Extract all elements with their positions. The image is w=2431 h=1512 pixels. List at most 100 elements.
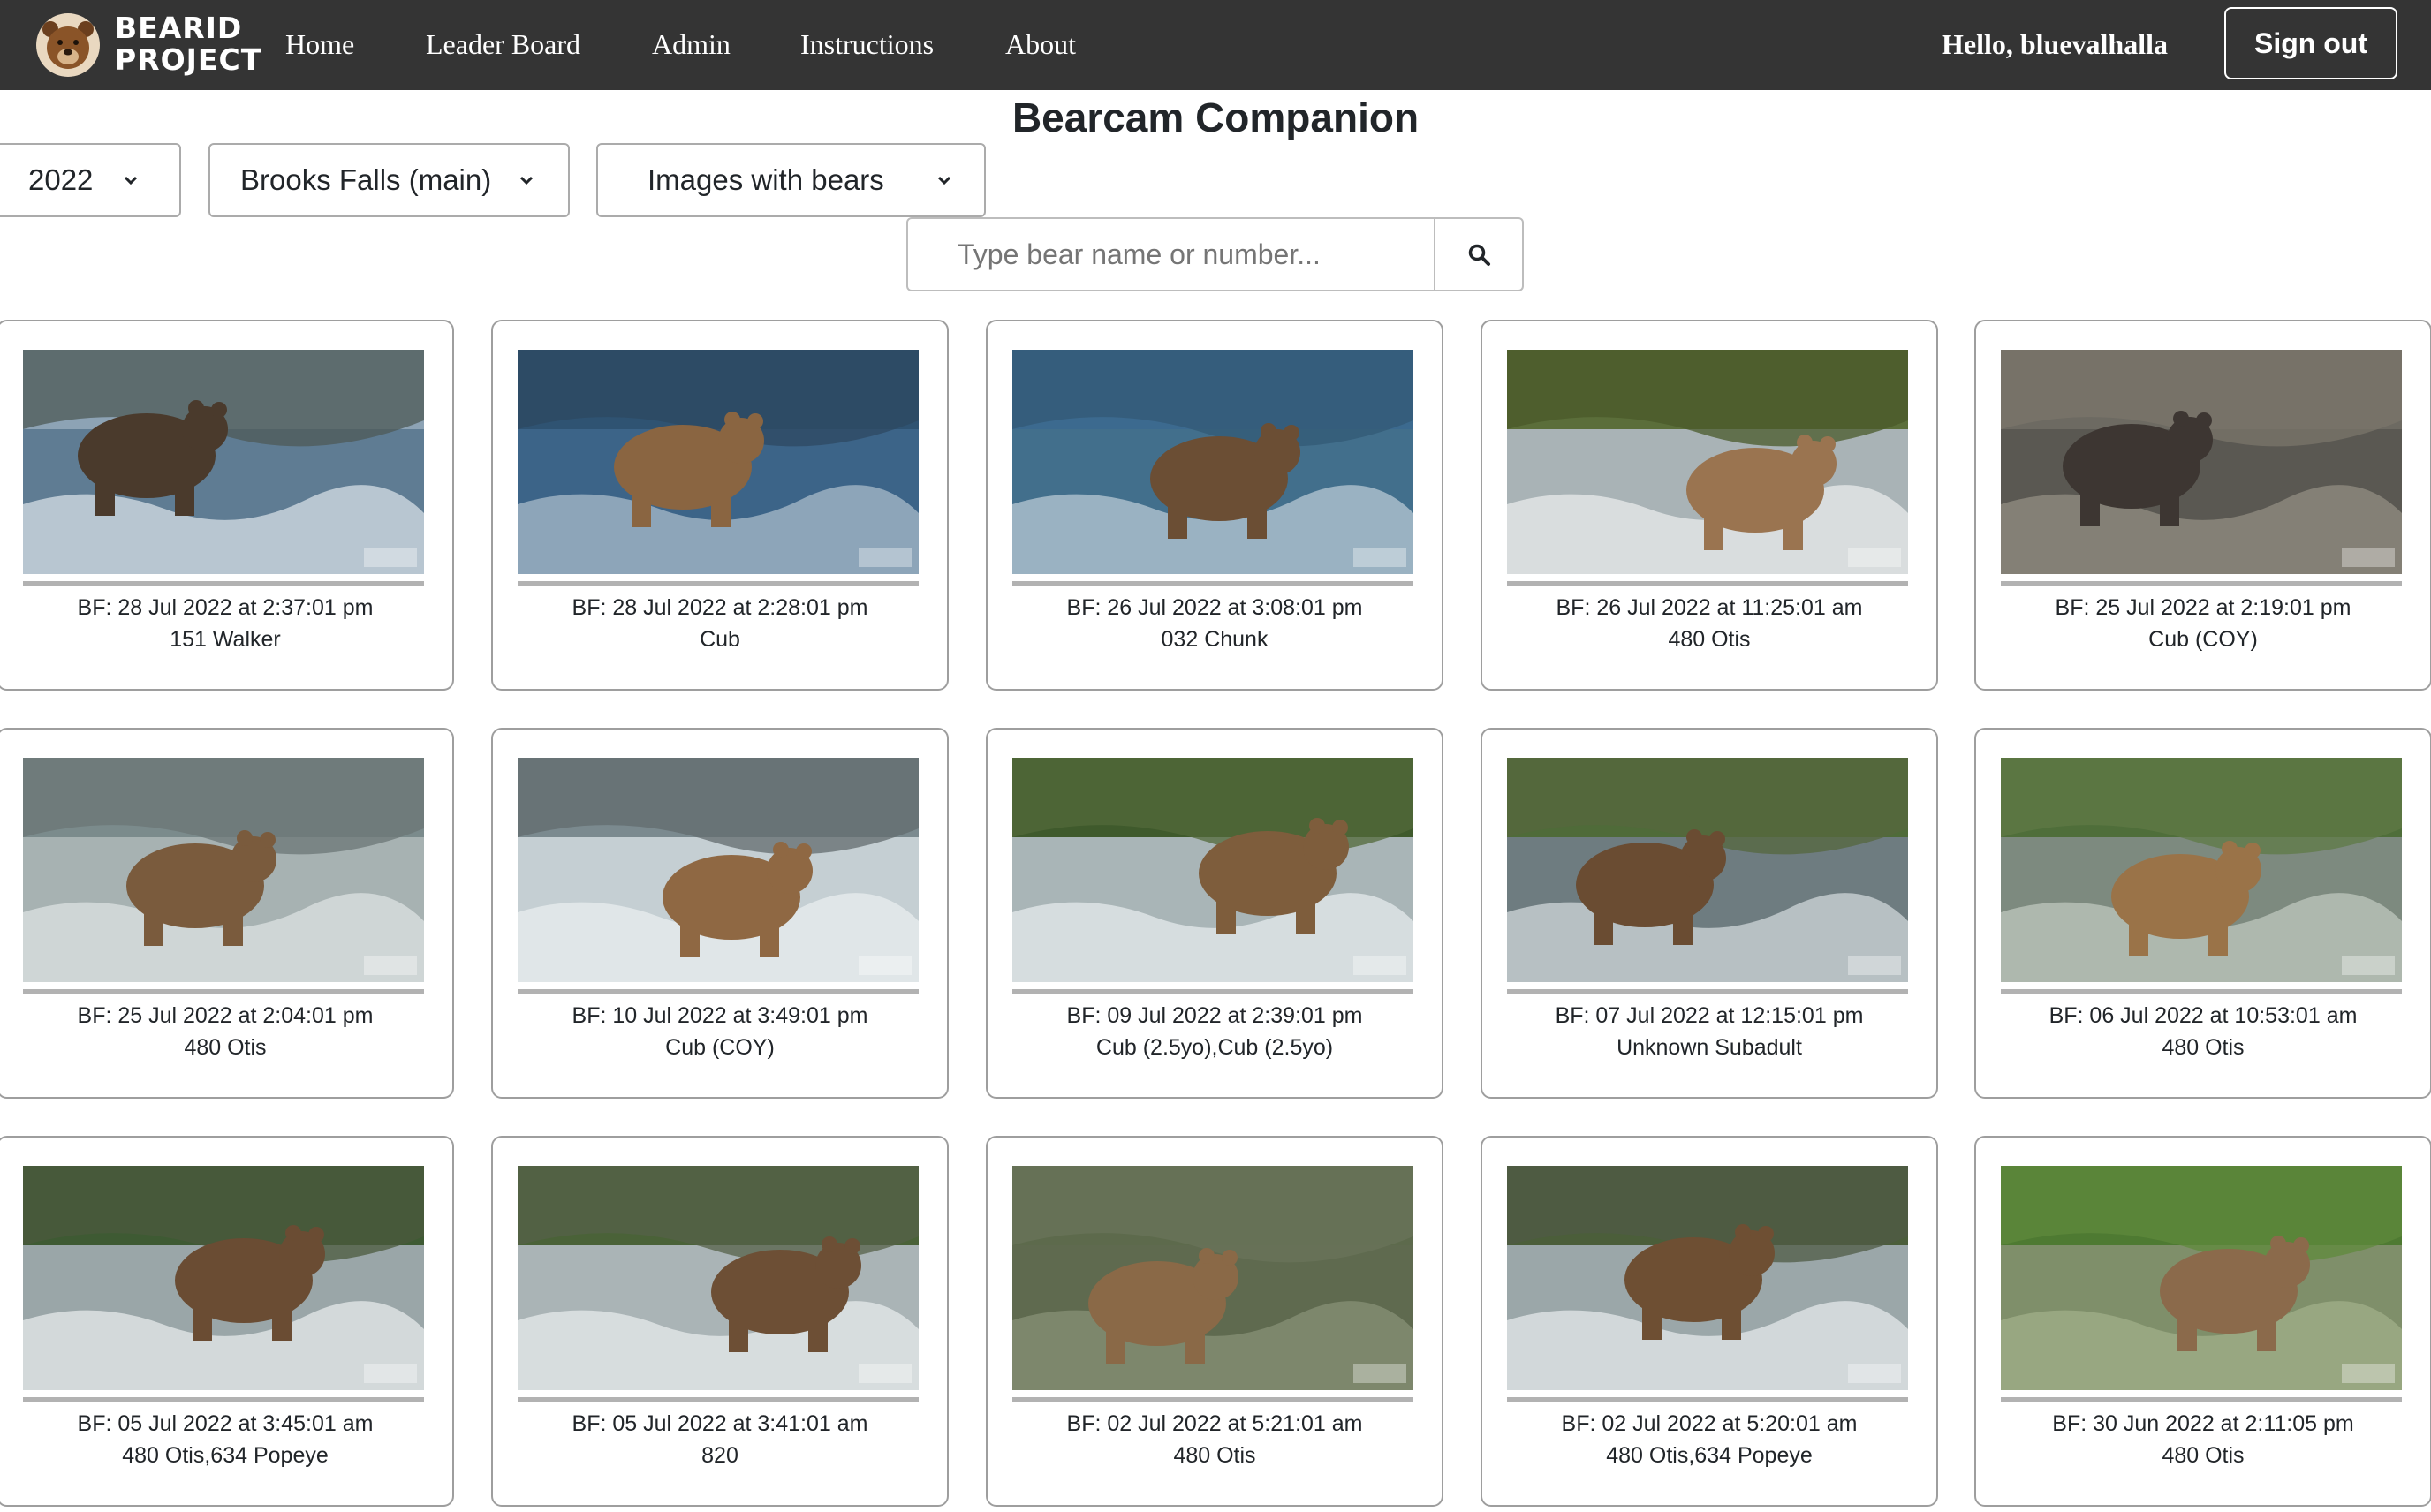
card-bear-names: Cub [700,627,740,652]
card-timestamp: BF: 05 Jul 2022 at 3:45:01 am [77,1411,374,1436]
bear-photo[interactable] [1012,350,1413,574]
bear-logo-icon[interactable] [35,12,101,78]
nav-link-leader-board[interactable]: Leader Board [426,25,580,64]
camera-select[interactable]: Brooks Falls (main) [208,143,570,217]
card-timestamp: BF: 09 Jul 2022 at 2:39:01 pm [1066,1003,1363,1028]
image-card[interactable]: BF: 25 Jul 2022 at 2:04:01 pm 480 Otis [0,728,454,1099]
card-divider [2001,581,2402,586]
card-divider [1012,581,1413,586]
nav-link-admin[interactable]: Admin [652,25,731,64]
image-card[interactable]: BF: 09 Jul 2022 at 2:39:01 pm Cub (2.5yo)… [986,728,1443,1099]
camera-select-value: Brooks Falls (main) [240,163,492,196]
chevron-down-icon [519,176,534,185]
bear-photo[interactable] [1012,1166,1413,1390]
card-divider [2001,989,2402,994]
image-card[interactable]: BF: 07 Jul 2022 at 12:15:01 pm Unknown Su… [1481,728,1938,1099]
search-icon [1468,244,1490,266]
image-card[interactable]: BF: 10 Jul 2022 at 3:49:01 pm Cub (COY) [491,728,949,1099]
card-timestamp: BF: 30 Jun 2022 at 2:11:05 pm [2052,1411,2354,1436]
chevron-down-icon [937,176,951,185]
card-timestamp: BF: 05 Jul 2022 at 3:41:01 am [572,1411,868,1436]
card-bear-names: Cub (2.5yo),Cub (2.5yo) [1095,1035,1334,1060]
card-divider [1012,1397,1413,1402]
image-card[interactable]: BF: 02 Jul 2022 at 5:21:01 am 480 Otis [986,1136,1443,1507]
card-divider [23,989,424,994]
card-bear-names: Unknown Subadult [1617,1035,1802,1060]
navbar: BEARID PROJECT Home Leader Board Admin I… [0,0,2431,90]
image-card[interactable]: BF: 25 Jul 2022 at 2:19:01 pm Cub (COY) [1974,320,2431,691]
user-greeting: Hello, bluevalhalla [1941,28,2168,60]
card-bear-names: 820 [701,1443,738,1468]
image-card[interactable]: BF: 06 Jul 2022 at 10:53:01 am 480 Otis [1974,728,2431,1099]
image-card[interactable]: BF: 26 Jul 2022 at 11:25:01 am 480 Otis [1481,320,1938,691]
card-timestamp: BF: 26 Jul 2022 at 11:25:01 am [1556,595,1863,620]
year-select-value: 2022 [28,163,94,196]
card-timestamp: BF: 26 Jul 2022 at 3:08:01 pm [1066,595,1363,620]
card-timestamp: BF: 02 Jul 2022 at 5:21:01 am [1066,1411,1363,1436]
image-card[interactable]: BF: 26 Jul 2022 at 3:08:01 pm 032 Chunk [986,320,1443,691]
card-bear-names: 480 Otis [184,1035,267,1060]
card-divider [1507,581,1908,586]
image-card[interactable]: BF: 28 Jul 2022 at 2:28:01 pm Cub [491,320,949,691]
card-divider [23,581,424,586]
card-bear-names: Cub (COY) [665,1035,775,1060]
bear-photo[interactable] [2001,1166,2402,1390]
nav-link-about[interactable]: About [1005,25,1076,64]
card-divider [518,1397,919,1402]
card-bear-names: 480 Otis [1668,627,1751,652]
card-divider [518,989,919,994]
card-bear-names: 480 Otis,634 Popeye [122,1443,329,1468]
card-timestamp: BF: 02 Jul 2022 at 5:20:01 am [1561,1411,1858,1436]
bear-photo[interactable] [23,1166,424,1390]
image-filter-select[interactable]: Images with bears [596,143,986,217]
card-divider [23,1397,424,1402]
card-divider [2001,1397,2402,1402]
bear-photo[interactable] [1507,350,1908,574]
bear-photo[interactable] [1012,758,1413,982]
chevron-down-icon [124,176,138,185]
bear-photo[interactable] [23,350,424,574]
image-card[interactable]: BF: 28 Jul 2022 at 2:37:01 pm 151 Walker [0,320,454,691]
bear-photo[interactable] [2001,350,2402,574]
logo-wordmark[interactable]: BEARID PROJECT [115,11,262,77]
bear-photo[interactable] [518,350,919,574]
card-bear-names: 151 Walker [170,627,281,652]
logo-line-1: BEARID [115,11,243,45]
image-card[interactable]: BF: 02 Jul 2022 at 5:20:01 am 480 Otis,63… [1481,1136,1938,1507]
card-timestamp: BF: 06 Jul 2022 at 10:53:01 am [2049,1003,2358,1028]
page-title: Bearcam Companion [1011,94,1420,140]
card-bear-names: 480 Otis [1173,1443,1256,1468]
card-bear-names: 480 Otis [2162,1443,2245,1468]
image-card[interactable]: BF: 30 Jun 2022 at 2:11:05 pm 480 Otis [1974,1136,2431,1507]
card-bear-names: 480 Otis [2162,1035,2245,1060]
bear-photo[interactable] [1507,758,1908,982]
bear-photo[interactable] [518,1166,919,1390]
search-button[interactable] [1434,217,1524,291]
image-card[interactable]: BF: 05 Jul 2022 at 3:45:01 am 480 Otis,63… [0,1136,454,1507]
nav-link-home[interactable]: Home [285,25,354,64]
card-timestamp: BF: 28 Jul 2022 at 2:28:01 pm [572,595,868,620]
card-timestamp: BF: 25 Jul 2022 at 2:04:01 pm [77,1003,374,1028]
card-bear-names: Cub (COY) [2148,627,2258,652]
card-timestamp: BF: 07 Jul 2022 at 12:15:01 pm [1555,1003,1864,1028]
card-divider [1012,989,1413,994]
year-select[interactable]: 2022 [0,143,181,217]
image-filter-select-value: Images with bears [648,163,884,196]
nav-link-instructions[interactable]: Instructions [800,25,934,64]
sign-out-button[interactable]: Sign out [2224,7,2397,79]
card-bear-names: 032 Chunk [1161,627,1269,652]
card-divider [1507,1397,1908,1402]
bear-photo[interactable] [23,758,424,982]
bear-photo[interactable] [1507,1166,1908,1390]
card-timestamp: BF: 25 Jul 2022 at 2:19:01 pm [2055,595,2351,620]
card-divider [518,581,919,586]
card-bear-names: 480 Otis,634 Popeye [1606,1443,1813,1468]
card-divider [1507,989,1908,994]
image-card[interactable]: BF: 05 Jul 2022 at 3:41:01 am 820 [491,1136,949,1507]
logo-line-2: PROJECT [115,42,262,77]
bear-photo[interactable] [518,758,919,982]
card-timestamp: BF: 10 Jul 2022 at 3:49:01 pm [572,1003,868,1028]
card-timestamp: BF: 28 Jul 2022 at 2:37:01 pm [77,595,374,620]
bear-search-input[interactable] [906,217,1435,291]
bear-photo[interactable] [2001,758,2402,982]
